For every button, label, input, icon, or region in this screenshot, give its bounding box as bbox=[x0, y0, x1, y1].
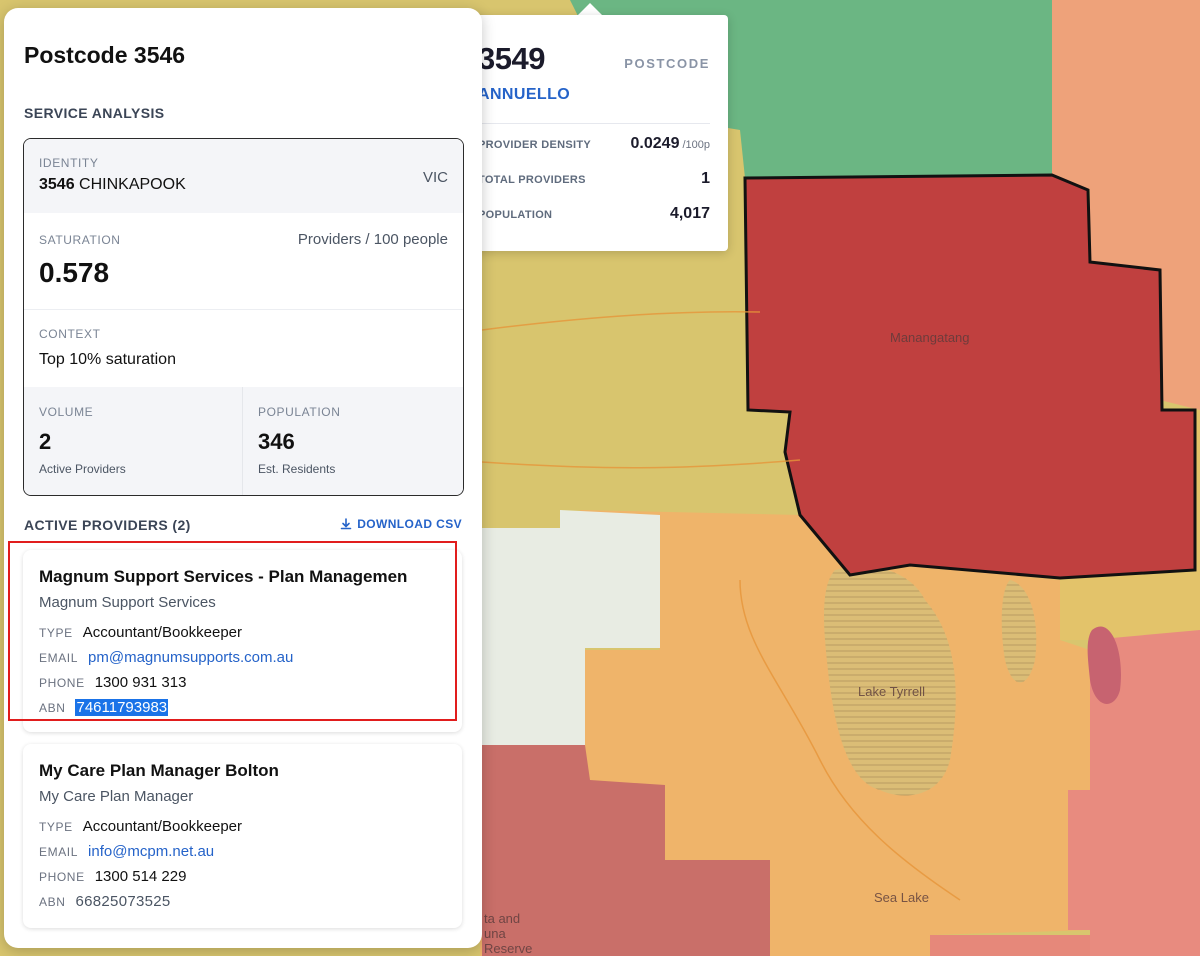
email-label: EMAIL bbox=[39, 651, 79, 665]
context-label: CONTEXT bbox=[39, 327, 101, 341]
type-label: TYPE bbox=[39, 626, 73, 640]
email-label: EMAIL bbox=[39, 845, 79, 859]
tooltip-row-unit: /100p bbox=[682, 139, 710, 151]
identity-postcode: 3546 bbox=[39, 176, 75, 193]
provider-email-row: EMAIL info@mcpm.net.au bbox=[39, 843, 214, 860]
download-csv-label: DOWNLOAD CSV bbox=[357, 517, 462, 531]
map-label-manangatang: Manangatang bbox=[890, 330, 970, 345]
tooltip-divider bbox=[478, 123, 710, 124]
volume-label: VOLUME bbox=[39, 405, 94, 419]
tooltip-row-label: TOTAL PROVIDERS bbox=[478, 174, 586, 186]
abn-value[interactable]: 66825073525 bbox=[75, 893, 170, 910]
map-label-sea-lake: Sea Lake bbox=[874, 890, 929, 905]
provider-email-row: EMAIL pm@magnumsupports.com.au bbox=[39, 649, 293, 666]
phone-label: PHONE bbox=[39, 870, 85, 884]
abn-label: ABN bbox=[39, 701, 66, 715]
provider-phone-row: PHONE 1300 514 229 bbox=[39, 868, 186, 885]
identity-block: IDENTITY 3546 CHINKAPOOK VIC bbox=[24, 139, 463, 213]
provider-org: Magnum Support Services bbox=[39, 594, 216, 611]
provider-card[interactable]: My Care Plan Manager Bolton My Care Plan… bbox=[23, 744, 462, 928]
tooltip-caret bbox=[578, 3, 602, 15]
email-link[interactable]: pm@magnumsupports.com.au bbox=[88, 649, 293, 666]
identity-locality: CHINKAPOOK bbox=[79, 176, 186, 193]
map-label-reserve-3: Reserve bbox=[484, 941, 532, 956]
stats-block: VOLUME 2 Active Providers POPULATION 346… bbox=[24, 387, 463, 495]
map-label-reserve-2: una bbox=[484, 926, 506, 941]
tooltip-row-value: 0.0249 bbox=[630, 135, 680, 152]
active-providers-heading: ACTIVE PROVIDERS (2) bbox=[24, 517, 191, 533]
abn-value-selected[interactable]: 74611793983 bbox=[75, 699, 169, 716]
provider-abn-row: ABN 74611793983 bbox=[39, 699, 169, 716]
panel-title: Postcode 3546 bbox=[24, 42, 186, 68]
tooltip-kind-label: POSTCODE bbox=[624, 56, 710, 71]
type-value: Accountant/Bookkeeper bbox=[82, 818, 243, 835]
tooltip-row-total-providers: TOTAL PROVIDERS 1 bbox=[478, 170, 710, 190]
phone-value: 1300 514 229 bbox=[94, 868, 187, 885]
tooltip-row-label: PROVIDER DENSITY bbox=[478, 139, 591, 151]
provider-phone-row: PHONE 1300 931 313 bbox=[39, 674, 186, 691]
tooltip-row-value: 1 bbox=[701, 170, 710, 187]
saturation-value: 0.578 bbox=[39, 257, 110, 288]
provider-abn-row: ABN 66825073525 bbox=[39, 893, 171, 910]
phone-value: 1300 931 313 bbox=[94, 674, 187, 691]
download-icon bbox=[340, 518, 352, 530]
volume-value: 2 bbox=[39, 429, 52, 454]
identity-state: VIC bbox=[422, 169, 448, 186]
map-label-lake-tyrrell: Lake Tyrrell bbox=[858, 684, 925, 699]
provider-org: My Care Plan Manager bbox=[39, 788, 194, 805]
saturation-label: SATURATION bbox=[39, 233, 121, 247]
service-analysis-heading: SERVICE ANALYSIS bbox=[24, 105, 165, 121]
tooltip-postcode: 3549 bbox=[478, 41, 545, 76]
abn-label: ABN bbox=[39, 895, 66, 909]
email-link[interactable]: info@mcpm.net.au bbox=[88, 843, 214, 860]
provider-type-row: TYPE Accountant/Bookkeeper bbox=[39, 818, 242, 835]
map-label-reserve-1: ta and bbox=[484, 911, 520, 926]
download-csv-link[interactable]: DOWNLOAD CSV bbox=[340, 517, 462, 531]
context-block: CONTEXT Top 10% saturation bbox=[24, 310, 463, 387]
type-label: TYPE bbox=[39, 820, 73, 834]
provider-name: Magnum Support Services - Plan Managemen bbox=[39, 567, 408, 586]
service-analysis-card: IDENTITY 3546 CHINKAPOOK VIC SATURATION … bbox=[23, 138, 464, 496]
tooltip-row-label: POPULATION bbox=[478, 209, 553, 221]
population-sub: Est. Residents bbox=[258, 462, 336, 476]
tooltip-row-population: POPULATION 4,017 bbox=[478, 205, 710, 225]
saturation-block: SATURATION 0.578 Providers / 100 people bbox=[24, 213, 463, 309]
phone-label: PHONE bbox=[39, 676, 85, 690]
tooltip-row-density: PROVIDER DENSITY 0.0249/100p bbox=[478, 135, 710, 155]
context-value: Top 10% saturation bbox=[39, 351, 176, 368]
identity-label: IDENTITY bbox=[39, 156, 99, 170]
saturation-unit: Providers / 100 people bbox=[297, 231, 448, 248]
identity-value: 3546 CHINKAPOOK bbox=[39, 176, 186, 194]
region-red-south[interactable] bbox=[930, 935, 1090, 956]
population-label: POPULATION bbox=[258, 405, 341, 419]
stats-divider bbox=[242, 387, 243, 495]
postcode-detail-panel: Postcode 3546 SERVICE ANALYSIS IDENTITY … bbox=[4, 8, 482, 948]
provider-name: My Care Plan Manager Bolton bbox=[39, 761, 279, 780]
volume-sub: Active Providers bbox=[39, 462, 126, 476]
type-value: Accountant/Bookkeeper bbox=[82, 624, 243, 641]
population-value: 346 bbox=[258, 429, 295, 454]
tooltip-row-value: 4,017 bbox=[669, 205, 710, 222]
provider-type-row: TYPE Accountant/Bookkeeper bbox=[39, 624, 242, 641]
provider-card[interactable]: Magnum Support Services - Plan Managemen… bbox=[23, 550, 462, 732]
tooltip-locality: ANNUELLO bbox=[478, 86, 571, 103]
